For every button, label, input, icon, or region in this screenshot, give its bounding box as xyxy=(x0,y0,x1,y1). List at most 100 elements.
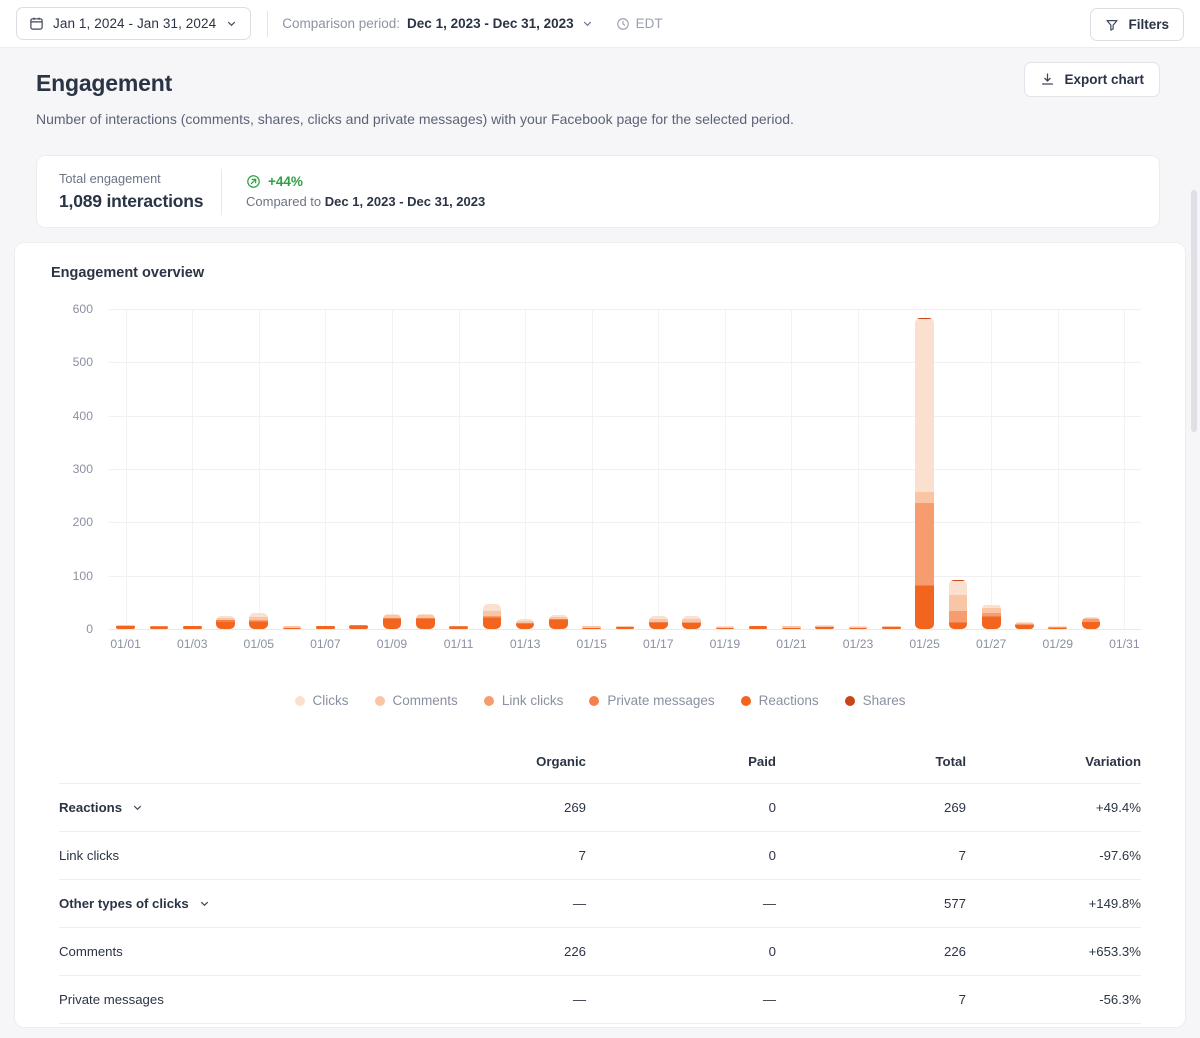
chart-bar[interactable] xyxy=(482,603,502,629)
cell-total: 7 xyxy=(776,975,966,1024)
table-header-total: Total xyxy=(935,754,966,769)
chart-bar[interactable] xyxy=(415,613,435,629)
legend-label: Shares xyxy=(862,693,906,708)
legend-item-reactions[interactable]: Reactions xyxy=(740,693,819,708)
bar-segment-reactions xyxy=(149,626,169,629)
table-row: Shares303-40% xyxy=(59,1023,1141,1038)
chart-bar[interactable] xyxy=(282,626,302,629)
chart-bar[interactable] xyxy=(149,626,169,629)
toolbar-divider xyxy=(267,10,269,37)
x-axis-tick: 01/05 xyxy=(243,637,275,651)
bar-segment-reactions xyxy=(981,617,1001,629)
scrollbar-thumb[interactable] xyxy=(1191,190,1197,432)
chart-bar[interactable] xyxy=(382,613,402,629)
cell-total: 7 xyxy=(776,831,966,880)
bar-segment-reactions xyxy=(549,620,568,629)
legend-item-link-clicks[interactable]: Link clicks xyxy=(483,693,564,708)
chart-bar[interactable] xyxy=(449,625,468,629)
cell-paid: 0 xyxy=(586,1023,776,1038)
chart-bar[interactable] xyxy=(648,615,668,629)
engagement-chart-card: Engagement overview 0 100 200 300 400 500 600 … xyxy=(14,242,1186,1038)
legend-item-private-messages[interactable]: Private messages xyxy=(589,693,715,708)
page-title: Engagement xyxy=(36,70,173,96)
summary-compared-lead: Compared to xyxy=(246,194,325,209)
chart-bar[interactable] xyxy=(815,625,835,629)
cell-total: 269 xyxy=(776,783,966,832)
engagement-page: Jan 1, 2024 - Jan 31, 2024 Comparison pe… xyxy=(0,0,1200,1038)
row-label: Private messages xyxy=(59,992,164,1007)
table-row: Comments 226 0 226 +653.3% xyxy=(59,927,1141,976)
engagement-table: Organic Paid Total Variation Reactions 26… xyxy=(59,754,1141,1038)
chart-bar[interactable] xyxy=(349,624,368,629)
bar-segment-reactions xyxy=(316,626,335,629)
x-axis-tick: 01/03 xyxy=(176,637,208,651)
x-axis-tick: 01/07 xyxy=(310,637,341,651)
chevron-down-icon[interactable] xyxy=(198,897,211,910)
row-label[interactable]: Other types of clicks xyxy=(59,896,211,911)
export-chart-label: Export chart xyxy=(1064,72,1144,87)
cell-paid: — xyxy=(586,975,776,1024)
legend-label: Clicks xyxy=(312,693,349,708)
chart-bar[interactable] xyxy=(549,615,568,629)
bar-segment-reactions xyxy=(848,628,868,629)
legend-item-shares[interactable]: Shares xyxy=(844,693,906,708)
cell-variation: +653.3% xyxy=(966,927,1141,976)
row-label-text: Reactions xyxy=(59,800,123,815)
chart-bar[interactable] xyxy=(748,626,768,629)
table-row: Other types of clicks — —577 +149.8% xyxy=(59,879,1141,928)
export-chart-button[interactable]: Export chart xyxy=(1024,62,1160,97)
filters-button[interactable]: Filters xyxy=(1090,8,1184,41)
cell-organic: 226 xyxy=(386,927,586,976)
table-row: Reactions 269 0 269 +49.4% xyxy=(59,783,1141,832)
summary-compared-to: Compared to Dec 1, 2023 - Dec 31, 2023 xyxy=(246,194,485,209)
cell-organic: 7 xyxy=(386,831,586,880)
chart-bar[interactable] xyxy=(1048,626,1068,629)
chart-bar[interactable] xyxy=(316,625,335,629)
page-scrollbar[interactable] xyxy=(1191,52,1197,1038)
chevron-down-icon[interactable] xyxy=(131,801,144,814)
chart-bar[interactable] xyxy=(948,579,968,629)
chart-bar[interactable] xyxy=(1015,621,1034,629)
chart-bar[interactable] xyxy=(782,626,801,629)
page-header: Engagement Number of interactions (comme… xyxy=(0,48,1200,127)
bar-segment-reactions xyxy=(449,626,468,629)
chart-bar[interactable] xyxy=(582,626,602,629)
summary-total: Total engagement 1,089 interactions xyxy=(37,171,221,212)
chart-bar[interactable] xyxy=(615,626,635,629)
x-axis-tick: 01/23 xyxy=(842,637,874,651)
legend-item-comments[interactable]: Comments xyxy=(374,693,458,708)
chart-bar[interactable] xyxy=(682,615,701,629)
chart-bar[interactable] xyxy=(848,626,868,629)
date-range-picker[interactable]: Jan 1, 2024 - Jan 31, 2024 xyxy=(16,7,252,40)
legend-item-clicks[interactable]: Clicks xyxy=(294,693,349,708)
row-label[interactable]: Reactions xyxy=(59,800,144,815)
cell-variation: +149.8% xyxy=(966,879,1141,928)
bar-segment-comments xyxy=(948,595,968,612)
chart-bar[interactable] xyxy=(981,604,1001,629)
chart-x-axis: 01/01 01/03 01/05 01/07 01/09 01/11 01/13 01/15… xyxy=(109,637,1141,657)
chart-bar[interactable] xyxy=(915,318,934,629)
legend-label: Private messages xyxy=(607,693,715,708)
chart-bar[interactable] xyxy=(882,626,901,629)
chart-bar[interactable] xyxy=(116,625,135,629)
chart-bar[interactable] xyxy=(515,618,535,629)
cell-organic: 269 xyxy=(386,783,586,832)
x-axis-tick: 01/13 xyxy=(509,637,541,651)
chart-bar[interactable] xyxy=(1081,616,1101,629)
chart-bar[interactable] xyxy=(216,615,235,629)
bar-segment-comments xyxy=(915,491,934,503)
cell-paid: 0 xyxy=(586,831,776,880)
x-axis-tick: 01/25 xyxy=(909,637,940,651)
chart-bar[interactable] xyxy=(249,613,269,629)
cell-paid: 0 xyxy=(586,783,776,832)
chart-bar[interactable] xyxy=(715,626,735,629)
y-axis-tick: 600 xyxy=(72,302,93,316)
comparison-period-value: Dec 1, 2023 - Dec 31, 2023 xyxy=(407,16,574,31)
bar-segment-reactions xyxy=(782,627,801,629)
bar-segment-reactions xyxy=(682,623,701,629)
legend-swatch xyxy=(740,695,751,706)
legend-swatch xyxy=(294,695,305,706)
legend-label: Link clicks xyxy=(501,693,564,708)
chart-bar[interactable] xyxy=(182,626,202,629)
comparison-period-picker[interactable]: Comparison period: Dec 1, 2023 - Dec 31,… xyxy=(282,16,593,31)
